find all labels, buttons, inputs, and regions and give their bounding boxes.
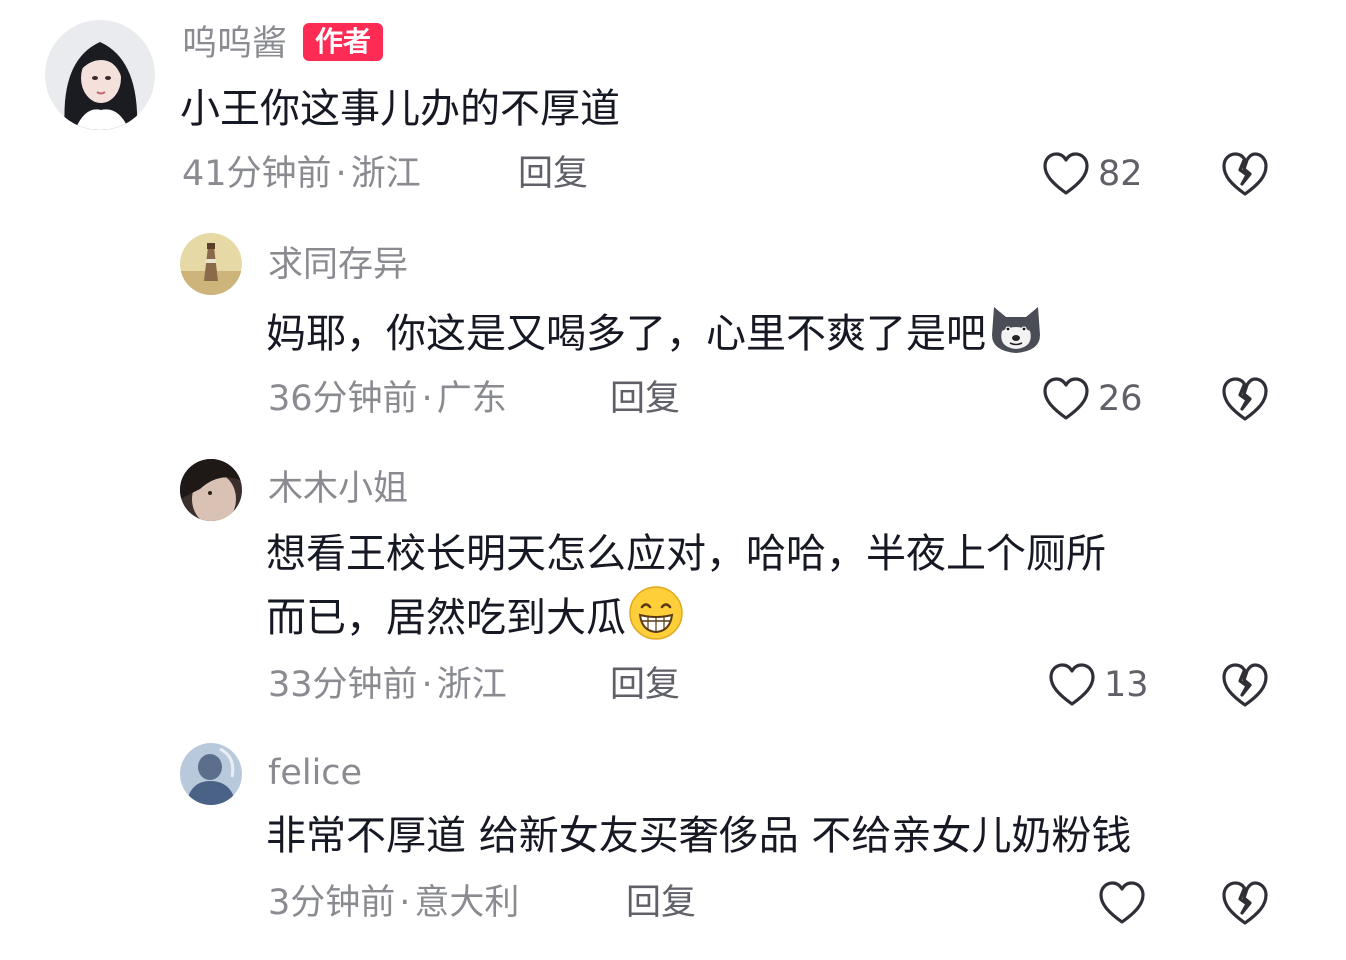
- comment-username[interactable]: 求同存异: [268, 243, 408, 287]
- comment-meta: 41分钟前 · 浙江: [182, 152, 421, 196]
- comment-time: 3分钟前: [268, 883, 396, 923]
- author-badge: 作者: [303, 23, 384, 61]
- reply-button[interactable]: 回复: [518, 152, 588, 196]
- broken-heart-icon: [1222, 152, 1268, 196]
- avatar-girl-long-hair-icon: [45, 20, 155, 130]
- comment-location: 意大利: [414, 883, 520, 923]
- comment-text: 想看王校长明天怎么应对，哈哈，半夜上个厕所 而已，居然吃到大瓜: [266, 523, 1106, 649]
- comment-location: 广东: [436, 379, 507, 419]
- avatar-blue-person-icon: [180, 743, 242, 805]
- comment-item: 求同存异 妈耶，你这是又喝多了，心里不爽了是吧 36分钟前 · 广东 回复 26: [0, 215, 1346, 445]
- heart-outline-icon: [1049, 663, 1095, 706]
- comment-text-body: 而已，居然吃到大瓜: [266, 595, 626, 641]
- comment-location: 浙江: [350, 154, 421, 194]
- reply-button[interactable]: 回复: [610, 663, 680, 707]
- comment-text: 小王你这事儿办的不厚道: [180, 86, 620, 132]
- meta-separator: ·: [335, 154, 347, 194]
- avatar-lighthouse-icon: [180, 233, 242, 295]
- meta-separator: ·: [421, 665, 433, 705]
- heart-outline-icon: [1043, 377, 1089, 420]
- broken-heart-icon: [1222, 663, 1268, 707]
- comment-username[interactable]: 呜呜酱 作者: [182, 22, 384, 66]
- like-count: 26: [1098, 379, 1143, 419]
- comment-time: 36分钟前: [268, 379, 418, 419]
- like-button[interactable]: 82: [1042, 150, 1143, 198]
- dislike-button[interactable]: [1220, 150, 1270, 198]
- avatar[interactable]: [180, 233, 242, 295]
- meta-separator: ·: [421, 379, 433, 419]
- grinning-face-emoji-icon: [628, 585, 684, 641]
- comment-text-body: 妈耶，你这是又喝多了，心里不爽了是吧: [266, 311, 986, 357]
- reply-button[interactable]: 回复: [626, 881, 696, 925]
- comment-text: 妈耶，你这是又喝多了，心里不爽了是吧: [266, 301, 1044, 365]
- husky-dog-emoji-icon: [988, 301, 1044, 357]
- like-count: 13: [1104, 665, 1149, 705]
- comment-meta: 3分钟前 · 意大利: [268, 881, 519, 925]
- comment-text-line: 想看王校长明天怎么应对，哈哈，半夜上个厕所: [266, 531, 1106, 577]
- comment-item: 呜呜酱 作者 小王你这事儿办的不厚道 41分钟前 · 浙江 回复 82: [0, 0, 1346, 215]
- dislike-button[interactable]: [1220, 375, 1270, 423]
- username-text[interactable]: 呜呜酱: [182, 24, 287, 64]
- heart-outline-icon: [1043, 152, 1089, 195]
- like-button[interactable]: [1098, 879, 1154, 927]
- comment-location: 浙江: [436, 665, 507, 705]
- avatar[interactable]: [45, 20, 155, 130]
- broken-heart-icon: [1222, 881, 1268, 925]
- avatar[interactable]: [180, 743, 242, 805]
- comment-text: 非常不厚道 给新女友买奢侈品 不给亲女儿奶粉钱: [266, 813, 1132, 859]
- like-button[interactable]: 26: [1042, 375, 1143, 423]
- comment-meta: 33分钟前 · 浙江: [268, 663, 507, 707]
- comment-time: 33分钟前: [268, 665, 418, 705]
- avatar[interactable]: [180, 459, 242, 521]
- broken-heart-icon: [1222, 377, 1268, 421]
- meta-separator: ·: [399, 883, 411, 923]
- reply-button[interactable]: 回复: [610, 377, 680, 421]
- dislike-button[interactable]: [1220, 661, 1270, 709]
- dislike-button[interactable]: [1220, 879, 1270, 927]
- like-button[interactable]: 13: [1048, 661, 1149, 709]
- comment-meta: 36分钟前 · 广东: [268, 377, 507, 421]
- comment-item: 木木小姐 想看王校长明天怎么应对，哈哈，半夜上个厕所 而已，居然吃到大瓜 33分…: [0, 445, 1346, 735]
- comment-text-line: 而已，居然吃到大瓜: [266, 585, 1106, 649]
- heart-outline-icon: [1099, 881, 1145, 924]
- comment-item: felice 非常不厚道 给新女友买奢侈品 不给亲女儿奶粉钱 3分钟前 · 意大利 …: [0, 735, 1346, 960]
- comment-username[interactable]: 木木小姐: [268, 467, 408, 511]
- comment-username[interactable]: felice: [268, 751, 362, 795]
- comment-time: 41分钟前: [182, 154, 332, 194]
- avatar-dark-portrait-icon: [180, 459, 242, 521]
- like-count: 82: [1098, 154, 1143, 194]
